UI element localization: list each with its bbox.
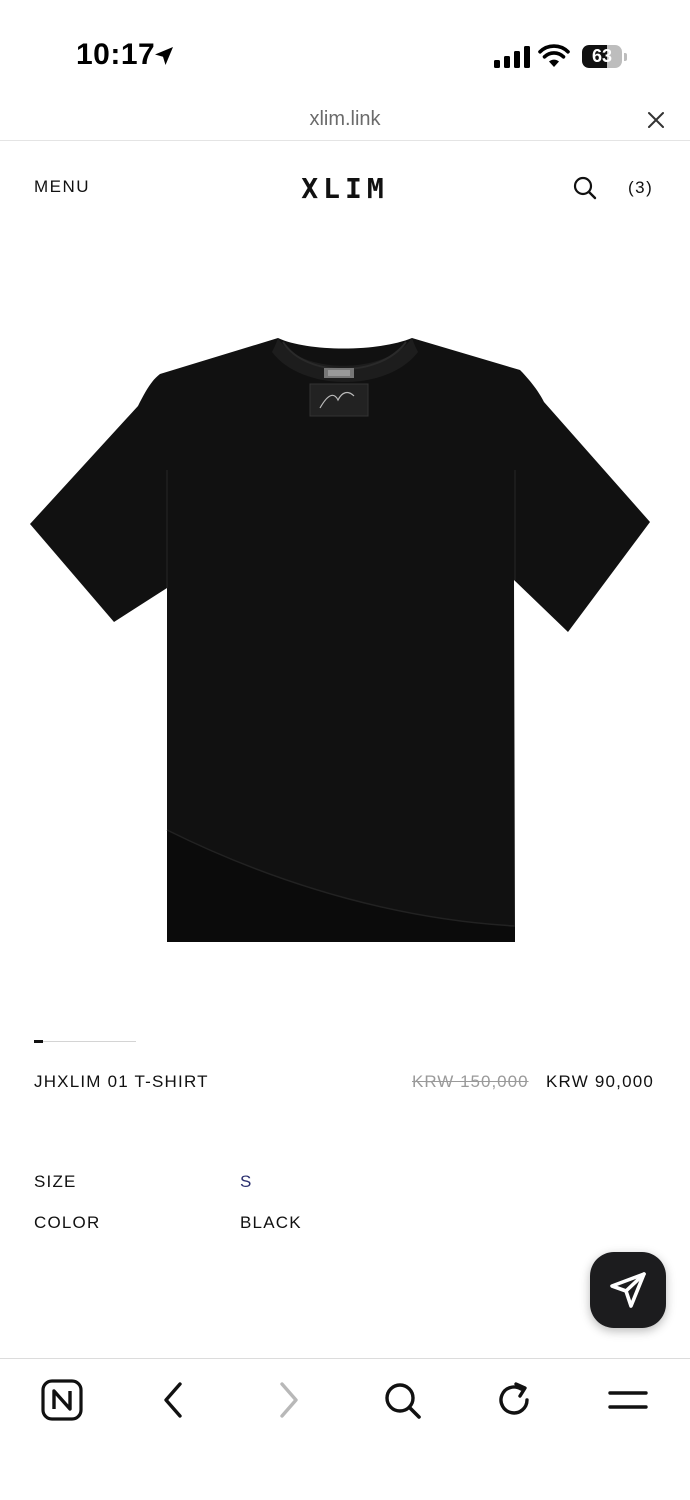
cart-button[interactable]: (3) — [628, 178, 653, 198]
color-value[interactable]: BLACK — [240, 1213, 302, 1233]
wifi-icon — [538, 44, 570, 67]
search-icon[interactable] — [572, 175, 598, 201]
naver-home-button[interactable] — [40, 1378, 84, 1422]
naver-home-icon — [41, 1379, 83, 1421]
back-icon — [164, 1382, 182, 1418]
toolbar-search-button[interactable] — [380, 1378, 424, 1422]
send-icon — [610, 1272, 646, 1308]
battery-level-text: 63 — [591, 46, 613, 66]
forward-button[interactable] — [266, 1378, 310, 1422]
url-divider — [0, 140, 690, 141]
close-icon[interactable] — [644, 108, 668, 132]
carousel-active-indicator — [34, 1040, 43, 1043]
black-t-shirt-image[interactable] — [28, 330, 654, 946]
refresh-button[interactable] — [492, 1378, 536, 1422]
sale-price: KRW 90,000 — [546, 1072, 655, 1091]
location-arrow-icon — [155, 47, 173, 65]
carousel-track — [34, 1041, 136, 1042]
size-label: SIZE — [34, 1172, 77, 1191]
size-value[interactable]: S — [240, 1172, 253, 1192]
menu-icon — [608, 1391, 648, 1409]
back-button[interactable] — [152, 1378, 196, 1422]
share-button[interactable] — [590, 1252, 666, 1328]
status-time: 10:17 — [76, 38, 156, 71]
toolbar-divider — [0, 1358, 690, 1359]
url-label[interactable]: xlim.link — [0, 108, 690, 131]
color-label: COLOR — [34, 1213, 101, 1232]
cellular-signal-icon — [494, 46, 530, 68]
menu-button-toolbar[interactable] — [606, 1378, 650, 1422]
forward-icon — [280, 1382, 298, 1418]
product-name: JHXLIM 01 T-SHIRT — [34, 1072, 209, 1091]
original-price: KRW 150,000 — [412, 1072, 529, 1091]
search-icon — [385, 1383, 421, 1419]
refresh-icon — [499, 1382, 529, 1415]
battery-indicator: 63 — [582, 45, 628, 68]
